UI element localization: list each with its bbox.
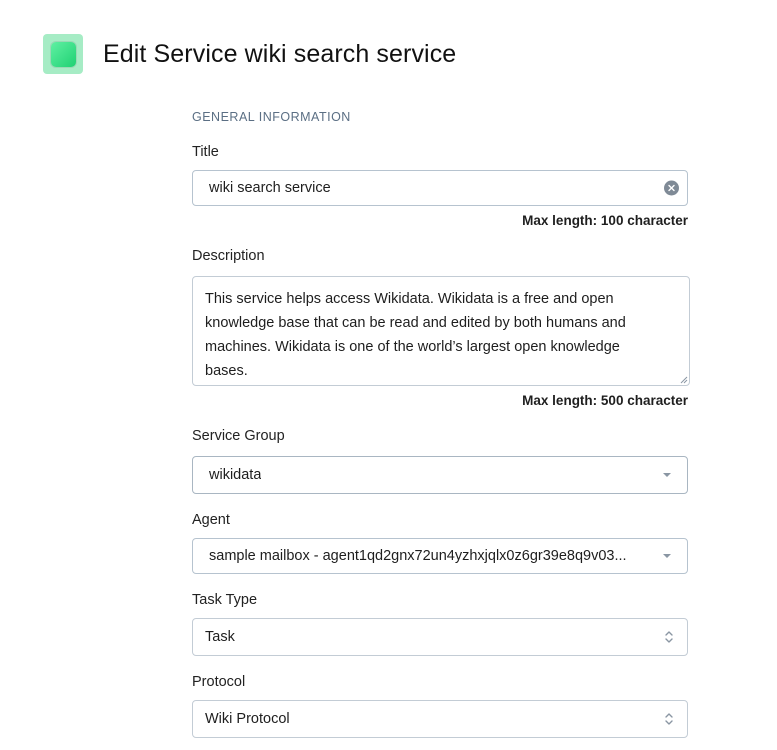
agent-label: Agent	[192, 512, 230, 528]
edit-service-page: Edit Service wiki search service GENERAL…	[0, 0, 777, 750]
service-group-select[interactable]: wikidata	[192, 456, 688, 494]
description-textarea-value: This service helps access Wikidata. Wiki…	[205, 291, 626, 379]
description-label: Description	[192, 248, 265, 264]
title-max-length-hint: Max length: 100 character	[522, 213, 688, 228]
protocol-selected-value: Wiki Protocol	[205, 711, 290, 727]
section-heading-general-information: GENERAL INFORMATION	[192, 110, 351, 124]
chevron-down-icon[interactable]	[663, 554, 671, 558]
resize-handle-icon[interactable]	[678, 374, 688, 384]
task-type-select[interactable]: Task	[192, 618, 688, 656]
chevron-down-icon[interactable]	[663, 473, 671, 477]
title-input-value: wiki search service	[209, 180, 331, 196]
protocol-select[interactable]: Wiki Protocol	[192, 700, 688, 738]
up-down-arrows-icon[interactable]	[663, 628, 675, 646]
up-down-arrows-icon[interactable]	[663, 710, 675, 728]
title-label: Title	[192, 144, 219, 160]
service-group-label: Service Group	[192, 428, 285, 444]
protocol-label: Protocol	[192, 674, 246, 690]
title-input[interactable]: wiki search service	[192, 170, 688, 206]
page-title: Edit Service wiki search service	[103, 40, 457, 68]
description-max-length-hint: Max length: 500 character	[522, 393, 688, 408]
task-type-label: Task Type	[192, 592, 258, 608]
agent-select[interactable]: sample mailbox - agent1qd2gnx72un4yzhxjq…	[192, 538, 688, 574]
agent-selected-value: sample mailbox - agent1qd2gnx72un4yzhxjq…	[209, 548, 627, 564]
service-group-selected-value: wikidata	[209, 467, 262, 483]
service-app-icon	[43, 34, 83, 74]
task-type-selected-value: Task	[205, 629, 235, 645]
clear-icon[interactable]	[664, 180, 679, 196]
description-textarea[interactable]: This service helps access Wikidata. Wiki…	[192, 276, 690, 386]
service-icon-square	[50, 41, 76, 67]
